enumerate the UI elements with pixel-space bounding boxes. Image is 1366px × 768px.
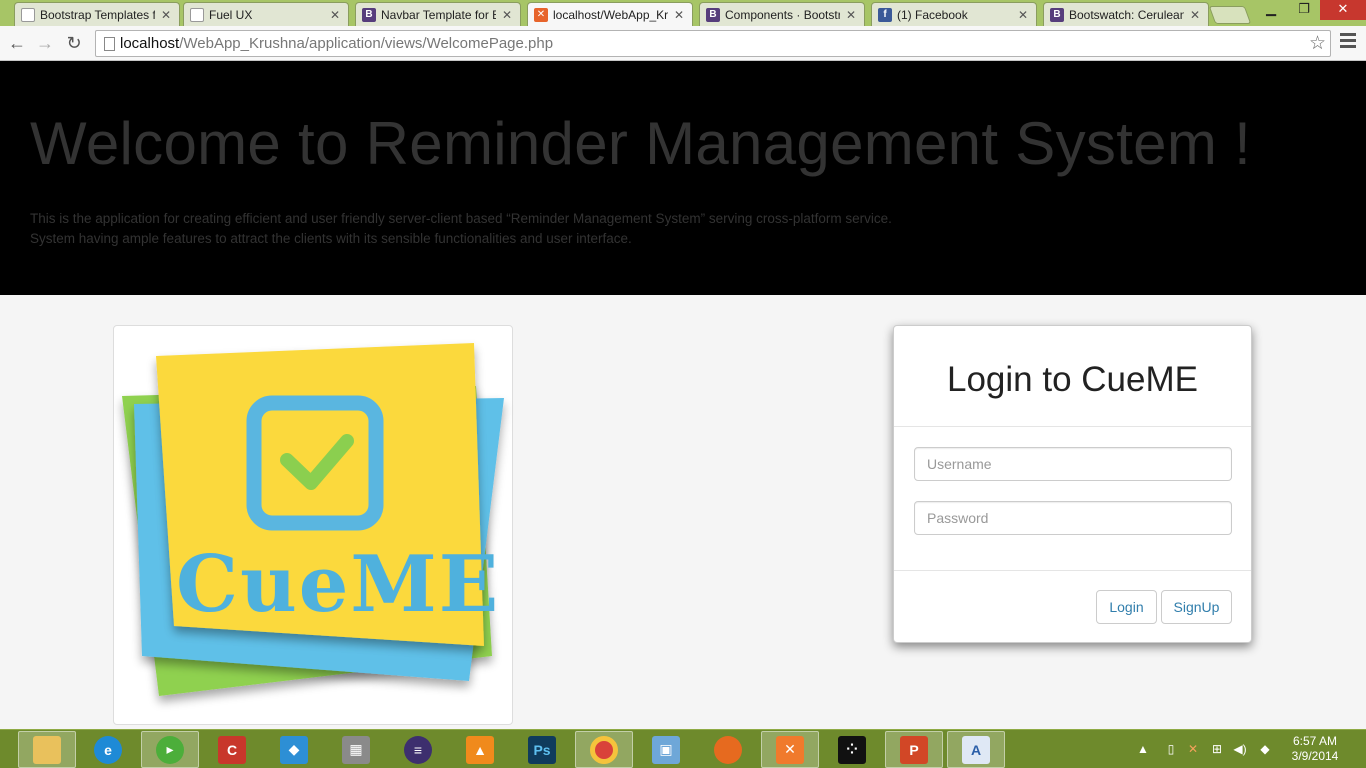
close-tab-icon[interactable]: ✕	[1018, 8, 1030, 22]
login-footer-divider	[894, 570, 1251, 571]
address-url[interactable]: localhost/WebApp_Krushna/application/vie…	[120, 34, 553, 54]
cueme-logo-image: CueME	[122, 343, 504, 696]
taskbar-camtasia[interactable]: ▸	[141, 731, 199, 768]
dropbox-tray-icon[interactable]: ◆	[1256, 730, 1274, 768]
firefox-icon	[714, 735, 742, 764]
close-tab-icon[interactable]: ✕	[161, 8, 173, 22]
tab-title: Components · Bootstr	[725, 7, 840, 22]
username-field[interactable]	[914, 447, 1232, 481]
cueme-logo-thumbnail: CueME	[113, 325, 513, 725]
taskbar-virtualbox[interactable]: ▣	[637, 731, 695, 768]
minimize-window-icon[interactable]: ▁	[1254, 0, 1288, 20]
bootstrap-icon: B	[362, 7, 376, 22]
taskbar-vlc[interactable]: ▲	[451, 731, 509, 768]
browser-tab[interactable]: Bootstrap Templates f ✕	[14, 2, 180, 26]
taskbar-firewall[interactable]: ▦	[327, 731, 385, 768]
eclipse-icon: ≡	[404, 735, 432, 764]
browser-tab-active[interactable]: ✕ localhost/WebApp_Kr ✕	[527, 2, 693, 26]
file-explorer-icon	[33, 735, 61, 764]
xampp-icon: ✕	[776, 735, 804, 764]
page-icon	[104, 37, 115, 51]
taskbar-internet-explorer[interactable]: e	[79, 731, 137, 768]
show-hidden-icons-icon[interactable]: ▲	[1136, 730, 1150, 768]
dropbox-icon: ◆	[280, 735, 308, 764]
tab-title: Bootswatch: Cerulean	[1069, 7, 1184, 22]
wordpad-icon: A	[962, 735, 990, 764]
close-tab-icon[interactable]: ✕	[846, 8, 858, 22]
taskbar-dropbox[interactable]: ◆	[265, 731, 323, 768]
chrome-icon	[590, 735, 618, 764]
taskbar-xampp[interactable]: ✕	[761, 731, 819, 768]
taskbar-file-explorer[interactable]	[18, 731, 76, 768]
close-tab-icon[interactable]: ✕	[1190, 8, 1202, 22]
powerpoint-icon: P	[900, 735, 928, 764]
taskbar-blackberry[interactable]: ⁘	[823, 731, 881, 768]
close-window-icon[interactable]: ✕	[1320, 0, 1366, 20]
taskbar-clock[interactable]: 6:57 AM 3/9/2014	[1282, 734, 1348, 764]
back-arrow-icon[interactable]: ←	[6, 32, 28, 54]
browser-tab[interactable]: B Navbar Template for B ✕	[355, 2, 521, 26]
logo-text: CueME	[176, 539, 500, 630]
close-tab-icon[interactable]: ✕	[330, 8, 342, 22]
volume-icon[interactable]: ◀)	[1231, 730, 1249, 768]
camtasia-icon: ▸	[156, 735, 184, 764]
ccleaner-icon: C	[218, 735, 246, 764]
reload-icon[interactable]: ↻	[63, 32, 85, 54]
windows-taskbar: e ▸ C ◆ ▦ ≡ ▲ Ps ▣ ✕ ⁘ P A ▲ ▯ ✕ ⊞ ◀) ◆	[0, 729, 1366, 768]
photoshop-icon: Ps	[528, 735, 556, 764]
taskbar-powerpoint[interactable]: P	[885, 731, 943, 768]
close-tab-icon[interactable]: ✕	[502, 8, 514, 22]
page-viewport: Welcome to Reminder Management System ! …	[0, 61, 1366, 729]
login-header-divider	[894, 426, 1251, 427]
address-bar[interactable]: localhost/WebApp_Krushna/application/vie…	[95, 30, 1331, 57]
xampp-icon: ✕	[534, 7, 548, 22]
blackberry-icon: ⁘	[838, 735, 866, 764]
tab-title: localhost/WebApp_Kr	[553, 7, 668, 22]
page-title: Welcome to Reminder Management System !	[30, 110, 1252, 177]
tab-title: Bootstrap Templates f	[40, 7, 155, 22]
taskbar-eclipse[interactable]: ≡	[389, 731, 447, 768]
facebook-icon: f	[878, 7, 892, 22]
login-panel: Login to CueME Login SignUp	[893, 325, 1252, 643]
browser-tab[interactable]: f (1) Facebook ✕	[871, 2, 1037, 26]
login-title: Login to CueME	[947, 360, 1198, 399]
browser-tab[interactable]: B Bootswatch: Cerulean ✕	[1043, 2, 1209, 26]
login-button[interactable]: Login	[1096, 590, 1157, 624]
signup-button[interactable]: SignUp	[1161, 590, 1232, 624]
close-tab-icon[interactable]: ✕	[674, 8, 686, 22]
battery-icon[interactable]: ▯	[1163, 730, 1179, 768]
taskbar-chrome[interactable]	[575, 731, 633, 768]
chrome-menu-icon[interactable]	[1340, 33, 1356, 53]
browser-tab[interactable]: Fuel UX ✕	[183, 2, 349, 26]
restore-window-icon[interactable]: ❐	[1287, 0, 1321, 20]
browser-toolbar: ← → ↻ localhost/WebApp_Krushna/applicati…	[0, 26, 1366, 61]
document-icon	[190, 7, 204, 22]
bootstrap-icon: B	[1050, 7, 1064, 22]
jumbotron: Welcome to Reminder Management System ! …	[0, 61, 1366, 295]
taskbar-photoshop[interactable]: Ps	[513, 731, 571, 768]
document-icon	[21, 7, 35, 22]
tab-title: Fuel UX	[209, 7, 253, 22]
page-description: This is the application for creating eff…	[30, 211, 892, 246]
bookmark-star-icon[interactable]: ☆	[1309, 32, 1326, 55]
clock-date: 3/9/2014	[1291, 749, 1339, 763]
firewall-icon: ▦	[342, 735, 370, 764]
taskbar-firefox[interactable]	[699, 731, 757, 768]
password-field[interactable]	[914, 501, 1232, 535]
forward-arrow-icon[interactable]: →	[34, 32, 56, 54]
tab-title: (1) Facebook	[897, 7, 968, 22]
virtualbox-icon: ▣	[652, 735, 680, 764]
browser-tab[interactable]: B Components · Bootstr ✕	[699, 2, 865, 26]
browser-tabstrip: Bootstrap Templates f ✕ Fuel UX ✕ B Navb…	[0, 0, 1366, 26]
internet-explorer-icon: e	[94, 735, 122, 764]
network-icon[interactable]: ⊞	[1208, 730, 1226, 768]
vlc-icon: ▲	[466, 735, 494, 764]
bootstrap-icon: B	[706, 7, 720, 22]
taskbar-ccleaner[interactable]: C	[203, 731, 261, 768]
clock-time: 6:57 AM	[1292, 734, 1338, 748]
xampp-tray-icon[interactable]: ✕	[1184, 730, 1202, 768]
new-tab-button[interactable]	[1208, 6, 1252, 24]
taskbar-wordpad[interactable]: A	[947, 731, 1005, 768]
tab-title: Navbar Template for B	[381, 7, 496, 22]
